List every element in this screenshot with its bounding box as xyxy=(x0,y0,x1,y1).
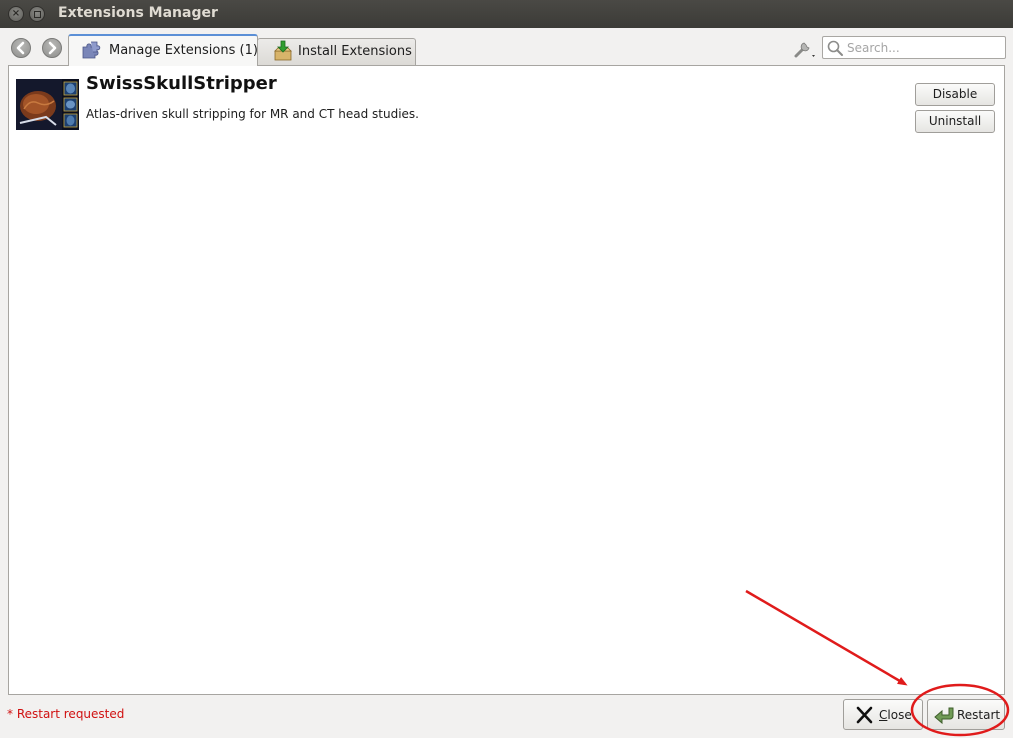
restart-button-label: Restart xyxy=(957,708,1001,722)
search-icon xyxy=(827,40,843,56)
tab-install-label: Install Extensions xyxy=(298,44,412,59)
title-bar: × Extensions Manager xyxy=(0,0,1013,28)
restart-button[interactable]: Restart xyxy=(927,699,1005,730)
window-title: Extensions Manager xyxy=(58,5,218,21)
search-box[interactable] xyxy=(822,36,1006,59)
window-close-button[interactable]: × xyxy=(8,6,24,22)
skull-brain-image-icon xyxy=(16,79,79,130)
extension-thumbnail xyxy=(16,79,79,130)
close-button[interactable]: Close xyxy=(843,699,923,730)
maximize-icon xyxy=(30,7,44,21)
extension-name: SwissSkullStripper xyxy=(86,73,277,94)
close-x-icon: × xyxy=(11,8,21,19)
disable-button[interactable]: Disable xyxy=(915,83,995,106)
arrow-right-icon xyxy=(48,41,57,55)
extensions-list-panel: SwissSkullStripper Atlas-driven skull st… xyxy=(8,65,1005,695)
close-x-icon xyxy=(856,706,873,724)
puzzle-icon xyxy=(82,41,101,59)
tab-install-extensions[interactable]: Install Extensions xyxy=(257,38,416,65)
window-maximize-button[interactable] xyxy=(29,6,45,22)
restart-status-text: * Restart requested xyxy=(7,707,125,721)
tab-manage-label: Manage Extensions (1) xyxy=(109,43,258,58)
extensions-manager-window: × Extensions Manager Manage Extensions (… xyxy=(0,0,1013,738)
restart-arrow-icon xyxy=(934,707,954,725)
download-box-icon xyxy=(274,40,292,61)
arrow-left-icon xyxy=(16,41,25,55)
wrench-icon xyxy=(794,42,815,58)
list-item[interactable]: SwissSkullStripper Atlas-driven skull st… xyxy=(9,66,1004,138)
search-input[interactable] xyxy=(847,39,1001,56)
uninstall-button[interactable]: Uninstall xyxy=(915,110,995,133)
close-button-label: Close xyxy=(879,708,912,722)
forward-button[interactable] xyxy=(42,38,62,58)
close-label-rest: lose xyxy=(887,708,912,722)
settings-menu-button[interactable] xyxy=(793,38,817,60)
back-button[interactable] xyxy=(11,38,31,58)
tab-manage-extensions[interactable]: Manage Extensions (1) xyxy=(68,34,258,66)
extension-description: Atlas-driven skull stripping for MR and … xyxy=(86,107,419,121)
